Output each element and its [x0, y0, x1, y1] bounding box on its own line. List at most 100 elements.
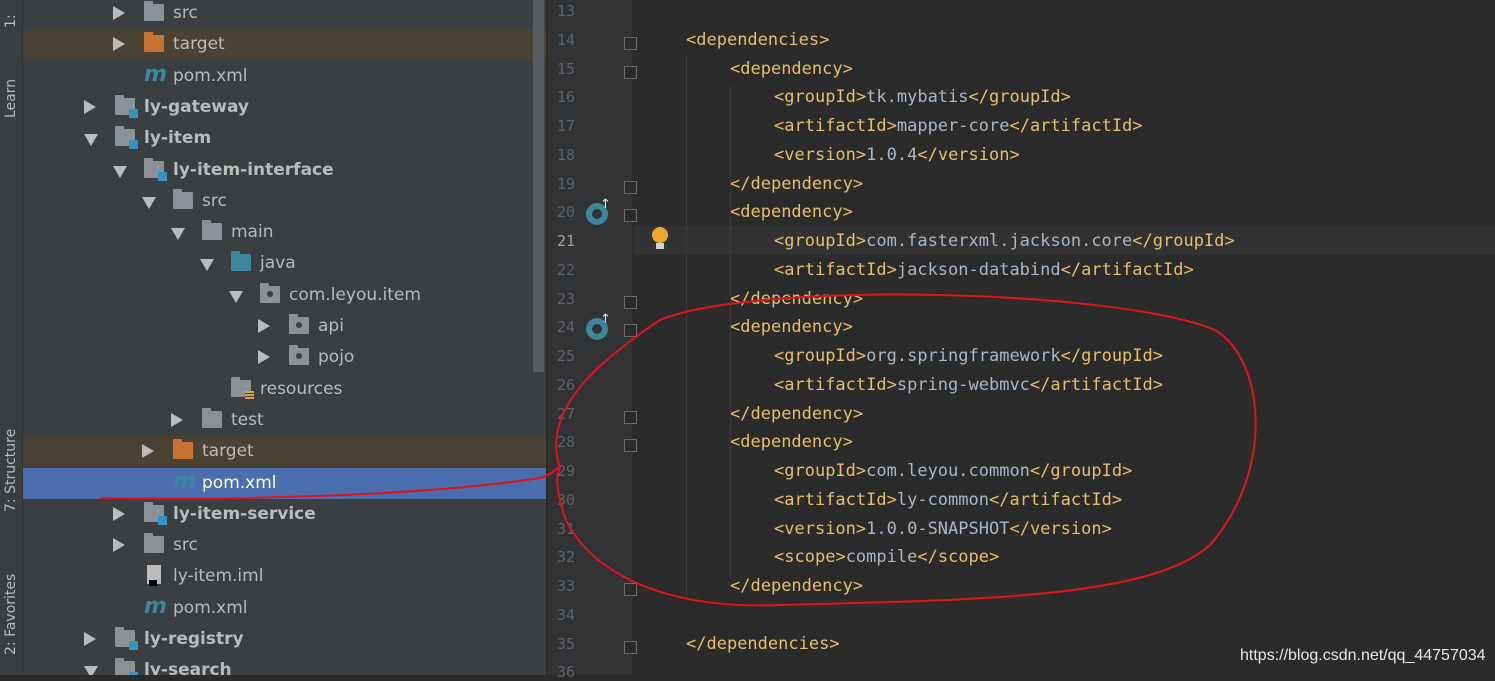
tree-row[interactable]: java: [23, 248, 546, 279]
tree-row[interactable]: m pom.xml: [23, 593, 546, 624]
tree-row[interactable]: ly-gateway: [23, 92, 546, 123]
tree-row[interactable]: pojo: [23, 342, 546, 373]
line-number: 17: [556, 117, 575, 135]
tab-structure[interactable]: 7: Structure: [0, 400, 22, 520]
collapsed-arrow-icon[interactable]: [171, 412, 183, 427]
tree-row[interactable]: ly-item: [23, 123, 546, 154]
line-number: 24: [556, 318, 575, 337]
folder-icon: [173, 188, 193, 209]
line-number: 21: [556, 232, 575, 250]
tool-window-stripe: 1: Learn 7: Structure 2: Favorites: [0, 0, 23, 675]
line-number: 16: [556, 88, 575, 107]
line-number: 34: [556, 605, 575, 624]
fold-marker-icon[interactable]: [624, 640, 637, 654]
module-icon: [115, 627, 138, 650]
fold-marker-icon[interactable]: [624, 36, 637, 50]
tree-row-label: com.leyou.item: [289, 284, 421, 305]
tree-row-label: ly-item.iml: [173, 566, 264, 587]
resources-folder-icon: [231, 376, 254, 400]
module-icon: [115, 658, 138, 675]
expanded-arrow-icon[interactable]: [113, 165, 127, 178]
tree-row[interactable]: resources: [23, 374, 546, 405]
code-line: <artifactId>mapper-core</artifactId>: [774, 116, 1143, 136]
collapsed-arrow-icon[interactable]: [113, 6, 125, 20]
expanded-arrow-icon[interactable]: [142, 196, 156, 209]
collapsed-arrow-icon[interactable]: [84, 632, 96, 646]
code-line: <dependency>: [730, 317, 853, 338]
tree-row-label: ly-gateway: [144, 96, 249, 117]
expanded-arrow-icon[interactable]: [229, 290, 243, 303]
folder-icon: [144, 533, 164, 554]
tab-learn[interactable]: Learn: [0, 70, 22, 150]
expanded-arrow-icon[interactable]: [171, 228, 185, 241]
fold-marker-icon[interactable]: [624, 65, 637, 79]
collapsed-arrow-icon[interactable]: [113, 37, 125, 52]
tree-row[interactable]: m pom.xml: [23, 61, 546, 92]
tree-row[interactable]: main: [23, 217, 546, 248]
tree-row-label: api: [318, 316, 344, 336]
line-number: 14: [556, 30, 575, 49]
tree-row[interactable]: api: [23, 311, 546, 342]
collapsed-arrow-icon[interactable]: [258, 319, 270, 333]
tree-row[interactable]: src: [23, 186, 546, 217]
code-line: <dependency>: [730, 58, 853, 79]
collapsed-arrow-icon[interactable]: [113, 506, 125, 521]
fold-marker-icon[interactable]: [624, 324, 637, 338]
tree-row-label: resources: [260, 378, 343, 399]
tab-project-label: 1:: [3, 14, 19, 28]
collapsed-arrow-icon[interactable]: [113, 538, 125, 553]
line-number: 36: [556, 663, 575, 681]
tree-row-label: pom.xml: [173, 597, 248, 618]
line-number: 29: [556, 462, 575, 480]
tree-row[interactable]: src: [23, 530, 546, 561]
code-line: </dependency>: [730, 288, 864, 309]
fold-marker-icon[interactable]: [624, 295, 637, 309]
fold-marker-icon[interactable]: [624, 583, 637, 596]
tree-row[interactable]: ly-item-service: [23, 499, 546, 530]
tree-row[interactable]: ly-item.iml: [23, 561, 546, 592]
tree-row[interactable]: m pom.xml: [23, 467, 546, 499]
project-scrollbar[interactable]: [533, 0, 544, 372]
fold-marker-icon[interactable]: [624, 180, 637, 194]
tree-row[interactable]: ly-search: [23, 655, 546, 675]
maven-icon: m: [173, 468, 196, 494]
collapsed-arrow-icon[interactable]: [84, 99, 96, 114]
tree-row[interactable]: target: [23, 436, 546, 468]
line-number: 22: [556, 260, 575, 279]
tree-row[interactable]: com.leyou.item: [23, 280, 546, 311]
tree-row[interactable]: ly-registry: [23, 624, 546, 655]
tab-favorites[interactable]: 2: Favorites: [0, 555, 22, 675]
tab-favorites-label: 2: Favorites: [3, 573, 19, 655]
collapsed-arrow-icon[interactable]: [142, 444, 154, 459]
code-line: <groupId>com.fasterxml.jackson.core</gro…: [774, 231, 1235, 251]
tab-learn-label: Learn: [3, 78, 19, 118]
line-number: 33: [556, 577, 575, 595]
fold-marker-icon[interactable]: [624, 439, 637, 453]
code-line: <artifactId>spring-webmvc</artifactId>: [774, 374, 1164, 395]
code-line: <version>1.0.4</version>: [774, 144, 1020, 165]
code-line: <artifactId>jackson-databind</artifactId…: [774, 259, 1194, 280]
module-icon: [115, 126, 138, 150]
tree-row[interactable]: ly-item-interface: [23, 155, 546, 186]
iml-file-icon: [147, 565, 161, 587]
tab-project[interactable]: 1:: [0, 0, 22, 60]
indent-guide: [686, 55, 687, 600]
tree-row-label: target: [173, 34, 225, 55]
package-icon: [289, 314, 309, 334]
watermark-text: https://blog.csdn.net/qq_44757034: [1240, 647, 1486, 664]
fold-marker-icon[interactable]: [624, 209, 637, 223]
tree-row[interactable]: src: [23, 0, 546, 29]
collapsed-arrow-icon[interactable]: [258, 350, 270, 365]
code-line: </dependencies>: [686, 633, 840, 654]
package-icon: [289, 345, 309, 366]
expanded-arrow-icon[interactable]: [200, 259, 214, 272]
intention-bulb-icon[interactable]: [651, 227, 669, 250]
tree-row[interactable]: target: [23, 29, 546, 61]
expanded-arrow-icon[interactable]: [84, 134, 98, 147]
tree-row[interactable]: test: [23, 405, 546, 436]
fold-marker-icon[interactable]: [624, 410, 637, 424]
maven-icon: m: [144, 61, 167, 87]
line-number: 25: [556, 347, 575, 365]
tree-row-label: pom.xml: [202, 472, 277, 493]
expanded-arrow-icon[interactable]: [84, 666, 98, 675]
